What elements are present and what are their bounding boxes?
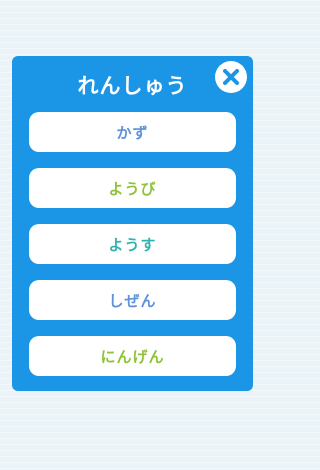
option-ningen-button[interactable]: にんげん [29,336,236,376]
option-yousu-button[interactable]: ようす [29,224,236,264]
option-shizen-button[interactable]: しぜん [29,280,236,320]
close-icon [223,69,239,85]
option-kazu-button[interactable]: かず [29,112,236,152]
close-button[interactable] [215,61,247,93]
option-youbi-button[interactable]: ようび [29,168,236,208]
